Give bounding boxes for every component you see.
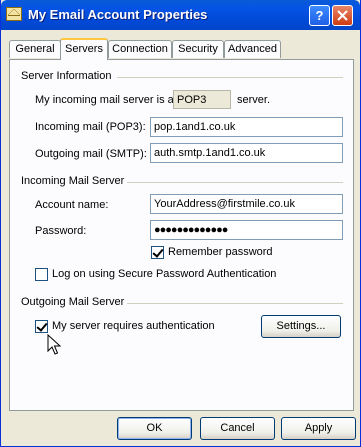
tab-general[interactable]: General	[9, 40, 61, 58]
servers-panel: Server Information My incoming mail serv…	[9, 59, 354, 411]
cancel-button[interactable]: Cancel	[200, 417, 275, 440]
tab-strip: General Servers Connection Security Adva…	[9, 38, 353, 60]
requires-auth-label: My server requires authentication	[52, 320, 215, 332]
outgoing-server-heading: Outgoing Mail Server	[21, 296, 125, 308]
password-input[interactable]: ●●●●●●●●●●●●●	[150, 220, 343, 240]
tab-connection[interactable]: Connection	[108, 40, 172, 58]
title-bar[interactable]: My Email Account Properties ?	[1, 0, 360, 30]
password-label: Password:	[35, 225, 87, 237]
close-button[interactable]	[332, 5, 353, 26]
apply-button[interactable]: Apply	[281, 417, 356, 440]
checkmark-icon	[36, 320, 48, 332]
server-type-suffix: server.	[237, 94, 271, 106]
tab-servers[interactable]: Servers	[60, 38, 108, 60]
outgoing-mail-label: Outgoing mail (SMTP):	[35, 148, 147, 160]
server-type-prefix: My incoming mail server is a	[35, 94, 174, 106]
group-divider	[117, 77, 343, 78]
spa-label: Log on using Secure Password Authenticat…	[52, 268, 277, 280]
ok-button[interactable]: OK	[117, 417, 192, 440]
requires-auth-checkbox[interactable]	[35, 320, 48, 333]
account-name-label: Account name:	[35, 199, 109, 211]
incoming-mail-input[interactable]: pop.1and1.co.uk	[150, 117, 343, 137]
server-information-heading: Server Information	[21, 70, 112, 82]
group-divider	[127, 303, 343, 304]
tab-advanced[interactable]: Advanced	[224, 40, 281, 58]
close-icon	[337, 10, 348, 21]
checkmark-icon	[152, 246, 164, 258]
group-divider	[127, 182, 343, 183]
settings-button[interactable]: Settings...	[261, 315, 341, 338]
remember-password-label: Remember password	[168, 246, 273, 258]
incoming-server-heading: Incoming Mail Server	[21, 175, 125, 187]
tab-security[interactable]: Security	[172, 40, 224, 58]
spa-checkbox[interactable]	[35, 268, 48, 281]
help-button[interactable]: ?	[309, 5, 330, 26]
outgoing-mail-input[interactable]: auth.smtp.1and1.co.uk	[150, 143, 343, 163]
account-name-input[interactable]: YourAddress@firstmile.co.uk	[150, 194, 343, 214]
properties-dialog: My Email Account Properties ? General Se…	[0, 0, 361, 447]
window-title: My Email Account Properties	[28, 7, 208, 22]
envelope-icon	[6, 7, 22, 21]
remember-password-checkbox[interactable]	[151, 246, 164, 259]
incoming-mail-label: Incoming mail (POP3):	[35, 121, 146, 133]
mouse-pointer-icon	[47, 334, 62, 355]
server-type-field: POP3	[173, 90, 231, 109]
